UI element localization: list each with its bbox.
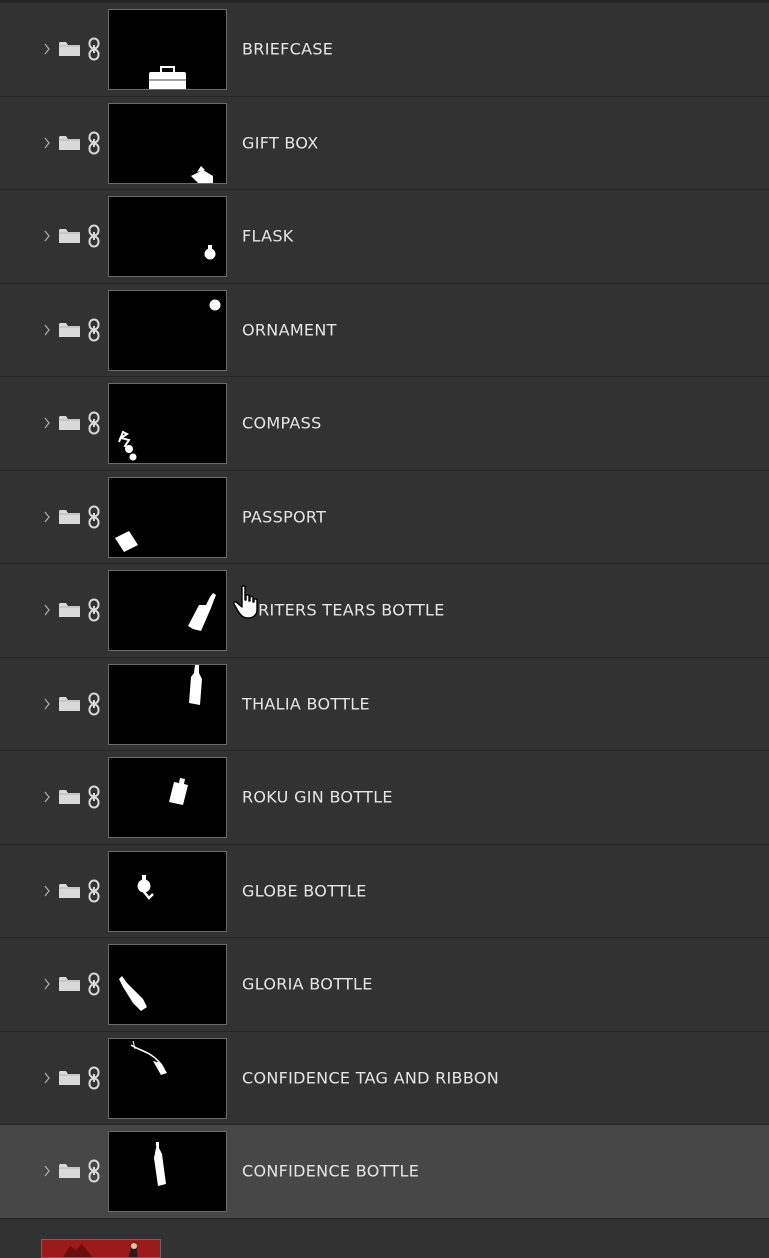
- layer-row[interactable]: CONFIDENCE BOTTLE: [0, 1125, 769, 1219]
- layer-row[interactable]: CONFIDENCE TAG AND RIBBON: [0, 1031, 769, 1125]
- link-icon[interactable]: [87, 692, 101, 716]
- layer-mask-thumbnail[interactable]: [108, 757, 227, 838]
- chevron-right-icon[interactable]: [42, 696, 52, 712]
- folder-icon: [58, 1069, 82, 1087]
- layer-mask-thumbnail[interactable]: [108, 9, 227, 90]
- folder-icon: [58, 1162, 82, 1180]
- layer-mask-thumbnail[interactable]: [108, 570, 227, 651]
- chevron-right-icon[interactable]: [42, 228, 52, 244]
- chevron-right-icon[interactable]: [42, 41, 52, 57]
- layer-mask-thumbnail[interactable]: [108, 1131, 227, 1212]
- layer-name[interactable]: THALIA BOTTLE: [242, 694, 370, 713]
- layer-mask-thumbnail[interactable]: [108, 476, 227, 558]
- chevron-right-icon[interactable]: [42, 1070, 52, 1086]
- layer-name[interactable]: GLOBE BOTTLE: [242, 881, 367, 900]
- folder-icon: [58, 882, 82, 900]
- link-icon[interactable]: [87, 411, 101, 435]
- link-icon[interactable]: [87, 598, 101, 622]
- folder-icon: [58, 321, 82, 339]
- link-icon[interactable]: [87, 131, 101, 155]
- layer-row[interactable]: WRITERS TEARS BOTTLE: [0, 564, 769, 658]
- chevron-right-icon[interactable]: [42, 1163, 52, 1179]
- layer-mask-thumbnail[interactable]: [108, 102, 227, 184]
- layers-panel: BRIEFCASE GIFT BOX FLASK ORNAMENT COMPASS PAS…: [0, 0, 769, 1219]
- layer-row[interactable]: GIFT BOX: [0, 96, 769, 190]
- chevron-right-icon[interactable]: [42, 883, 52, 899]
- link-icon[interactable]: [87, 972, 101, 996]
- layer-row[interactable]: THALIA BOTTLE: [0, 657, 769, 751]
- layer-row[interactable]: BRIEFCASE: [0, 3, 769, 97]
- chevron-right-icon[interactable]: [42, 415, 52, 431]
- folder-icon: [58, 508, 82, 526]
- folder-icon: [58, 414, 82, 432]
- chevron-right-icon[interactable]: [42, 789, 52, 805]
- layer-thumbnail-partial[interactable]: [41, 1239, 161, 1258]
- layer-name[interactable]: ORNAMENT: [242, 320, 337, 339]
- layer-mask-thumbnail[interactable]: [108, 1037, 227, 1119]
- link-icon[interactable]: [87, 318, 101, 342]
- layer-mask-thumbnail[interactable]: [108, 944, 227, 1025]
- layer-name[interactable]: CONFIDENCE TAG AND RIBBON: [242, 1068, 499, 1087]
- layer-mask-thumbnail[interactable]: [108, 383, 227, 464]
- folder-icon: [58, 40, 82, 58]
- folder-icon: [58, 695, 82, 713]
- layer-name[interactable]: ROKU GIN BOTTLE: [242, 788, 393, 807]
- layer-name[interactable]: BRIEFCASE: [242, 40, 333, 59]
- layer-mask-thumbnail[interactable]: [108, 289, 227, 371]
- layer-row[interactable]: GLOBE BOTTLE: [0, 844, 769, 938]
- link-icon[interactable]: [87, 1066, 101, 1090]
- layer-name[interactable]: COMPASS: [242, 414, 322, 433]
- link-icon[interactable]: [87, 37, 101, 61]
- layer-name[interactable]: PASSPORT: [242, 507, 326, 526]
- link-icon[interactable]: [87, 505, 101, 529]
- folder-icon: [58, 134, 82, 152]
- layer-row[interactable]: FLASK: [0, 190, 769, 284]
- link-icon[interactable]: [87, 224, 101, 248]
- layer-row[interactable]: ORNAMENT: [0, 283, 769, 377]
- layer-name[interactable]: GLORIA BOTTLE: [242, 975, 373, 994]
- chevron-right-icon[interactable]: [42, 322, 52, 338]
- layer-mask-thumbnail[interactable]: [108, 196, 227, 277]
- link-icon[interactable]: [87, 879, 101, 903]
- link-icon[interactable]: [87, 785, 101, 809]
- chevron-right-icon[interactable]: [42, 976, 52, 992]
- folder-icon: [58, 601, 82, 619]
- chevron-right-icon[interactable]: [42, 135, 52, 151]
- chevron-right-icon[interactable]: [42, 602, 52, 618]
- layer-name[interactable]: GIFT BOX: [242, 133, 319, 152]
- folder-icon: [58, 788, 82, 806]
- folder-icon: [58, 975, 82, 993]
- layer-name[interactable]: WRITERS TEARS BOTTLE: [242, 601, 445, 620]
- folder-icon: [58, 227, 82, 245]
- chevron-right-icon[interactable]: [42, 509, 52, 525]
- layer-row[interactable]: COMPASS: [0, 377, 769, 471]
- layer-name[interactable]: FLASK: [242, 227, 294, 246]
- layer-mask-thumbnail[interactable]: [108, 850, 227, 932]
- layer-row[interactable]: GLORIA BOTTLE: [0, 938, 769, 1032]
- layer-row[interactable]: PASSPORT: [0, 470, 769, 564]
- link-icon[interactable]: [87, 1159, 101, 1183]
- layer-mask-thumbnail[interactable]: [108, 663, 227, 745]
- layer-row[interactable]: ROKU GIN BOTTLE: [0, 751, 769, 845]
- layer-name[interactable]: CONFIDENCE BOTTLE: [242, 1162, 419, 1181]
